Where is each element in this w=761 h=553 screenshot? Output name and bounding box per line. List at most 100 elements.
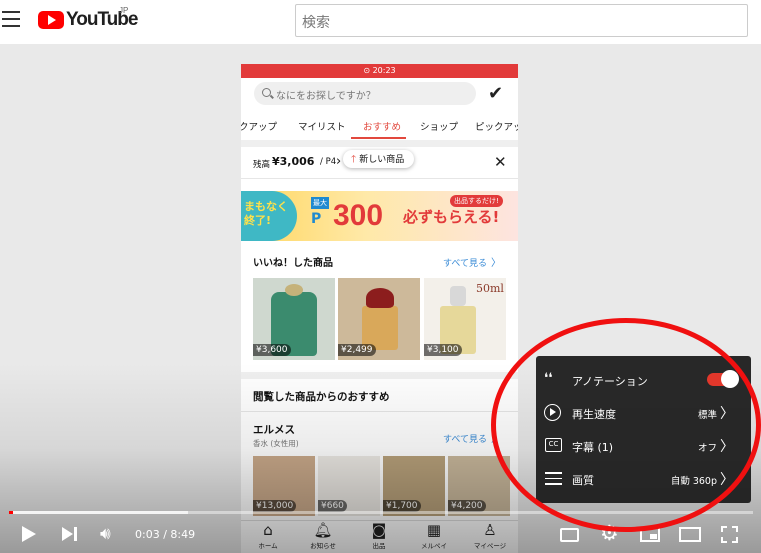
time-display: 0:03 / 8:49 [135,528,196,541]
app-tabs: クアップ マイリスト おすすめ ショップ ピックアッ [241,112,518,140]
item-price: ¥3,100 [424,344,462,356]
quote-icon: ❛❛ [544,371,553,386]
banner-points: 300 [333,199,384,232]
new-items-label: 新しい商品 [359,155,405,165]
liked-item-3[interactable]: 50ml ¥3,100 [424,278,506,360]
tab-pickup-left[interactable]: クアップ [241,119,277,133]
menu-item-label: アノテーション [572,375,648,388]
youtube-header: YouTube JP 検索 [0,0,761,44]
chevron-right-icon: 〉 [491,258,502,269]
menu-item-label: 再生速度 [572,408,616,421]
progress-bar[interactable] [9,511,753,514]
chevron-right-icon: 〉 [720,472,734,488]
volume-icon[interactable]: 🔊︎ [100,524,111,544]
brand-name: エルメス [253,424,295,436]
play-icon[interactable] [22,526,36,542]
menu-item-value: オフ [697,443,717,454]
perfume-cap-image [285,284,303,296]
nav-mypage[interactable]: ♙ マイページ [470,521,510,550]
settings-menu: ❛❛ アノテーション 再生速度 標準 〉 CC 字幕 (1) オフ 〉 画質 自… [536,356,751,503]
nav-sell[interactable]: ◙ 出品 [359,521,399,550]
youtube-play-logo-icon [38,11,64,29]
tab-shop[interactable]: ショップ [420,119,458,133]
banner-get: 必ずもらえる! [403,208,500,226]
chevron-right-icon: 〉 [720,406,734,422]
miniplayer-icon[interactable] [640,527,660,542]
person-icon: ♙ [483,521,497,539]
tab-pickup-right[interactable]: ピックアッ [475,119,518,133]
active-tab-indicator [351,137,406,139]
annotations-toggle[interactable] [707,370,739,388]
liked-item-2[interactable]: ¥2,499 [338,278,420,360]
next-icon-bar [74,527,77,541]
search-icon [262,88,271,97]
app-search-input[interactable]: なにをお探しですか？ [254,82,476,105]
tab-recommended[interactable]: おすすめ [363,119,401,133]
divider [241,411,518,412]
brand-category: 香水 (女性用) [253,439,299,448]
menu-item-label: 画質 [572,474,594,487]
balance-row[interactable]: 残高 ¥3,006 / P4 › 🡑 新しい商品 ✕ [241,147,518,179]
camera-icon: ◙ [371,521,387,539]
divider [241,140,518,147]
subtitles-icon[interactable] [560,528,579,542]
menu-item-subtitles[interactable]: CC 字幕 (1) オフ 〉 [536,429,751,462]
search-input[interactable]: 検索 [295,4,748,37]
banner-ending-line2: 終了! [244,214,272,227]
phone-screen: ⊙ 20:23 なにをお探しですか？ ✔ クアップ マイリスト おすすめ ショッ… [241,64,518,553]
item-price: ¥3,600 [253,344,291,356]
qr-code-icon: ▦ [426,521,442,539]
brand-item-3[interactable]: ¥1,700 [383,456,445,516]
region-code: JP [119,6,129,15]
nav-home[interactable]: ⌂ ホーム [248,521,288,550]
menu-item-quality[interactable]: 画質 自動 360p 〉 [536,462,751,495]
brand-item-4[interactable]: ¥4,200 [448,456,510,516]
progress-buffered [9,511,188,514]
item-price: ¥2,499 [338,344,376,356]
app-search-row: なにをお探しですか？ ✔ [241,78,518,112]
status-strip: ⊙ 20:23 [241,64,518,78]
brand-item-1[interactable]: ¥13,000 [253,456,315,516]
liked-section-header: いいね！した商品 すべて見る〉 [241,246,518,272]
liked-see-all-link[interactable]: すべて見る〉 [443,254,501,269]
app-search-placeholder: なにをお探しですか？ [276,91,376,102]
banner-max: 最大 [311,197,329,209]
nav-notifications[interactable]: 🔔︎ お知らせ [303,521,343,550]
menu-item-playback-speed[interactable]: 再生速度 標準 〉 [536,396,751,429]
menu-item-label: 字幕 (1) [572,441,614,454]
liked-section-title: いいね！した商品 [253,258,333,269]
liked-item-1[interactable]: ¥3,600 [253,278,335,360]
checklist-icon[interactable]: ✔ [488,83,503,104]
next-icon[interactable] [62,527,73,541]
brand-see-all-link[interactable]: すべて見る〉 [443,430,501,445]
menu-item-annotations[interactable]: ❛❛ アノテーション [536,363,751,396]
recommended-section-title: 閲覧した商品からのおすすめ [253,391,390,403]
chevron-right-icon: › [336,154,342,169]
toggle-knob [721,370,739,388]
gear-icon[interactable]: ⚙ [600,521,619,545]
app-bottom-nav: ⌂ ホーム 🔔︎ お知らせ ◙ 出品 ▦ メルペイ ♙ マイページ [241,520,518,553]
perfume-cap-image [366,288,394,308]
menu-icon[interactable] [2,11,20,27]
close-icon[interactable]: ✕ [494,153,507,171]
campaign-banner[interactable]: まもなく 終了! 最大 P 300 必ずもらえる! 出品するだけ! [241,191,518,241]
banner-ending-line1: まもなく [244,200,288,213]
banner-ending-soon: まもなく 終了! [241,191,297,241]
item-size-label: 50ml [476,282,504,295]
balance-label: 残高 [253,160,271,170]
liked-section: いいね！した商品 すべて見る〉 [241,246,518,272]
theater-mode-icon[interactable] [679,527,701,542]
perfume-cap-image [450,286,466,306]
divider [241,372,518,379]
brand-item-2[interactable]: ¥660 [318,456,380,516]
balance-points: / P4 [320,157,337,167]
tab-mylist[interactable]: マイリスト [298,119,346,133]
new-items-button[interactable]: 🡑 新しい商品 [343,150,415,168]
playback-speed-icon [544,404,561,421]
nav-merpay[interactable]: ▦ メルペイ [414,521,454,550]
fullscreen-icon[interactable] [721,526,738,543]
closed-captions-icon: CC [545,438,562,452]
banner-tag: 出品するだけ! [450,195,503,207]
bell-icon: 🔔︎ [313,521,333,539]
chevron-right-icon: 〉 [491,434,502,445]
